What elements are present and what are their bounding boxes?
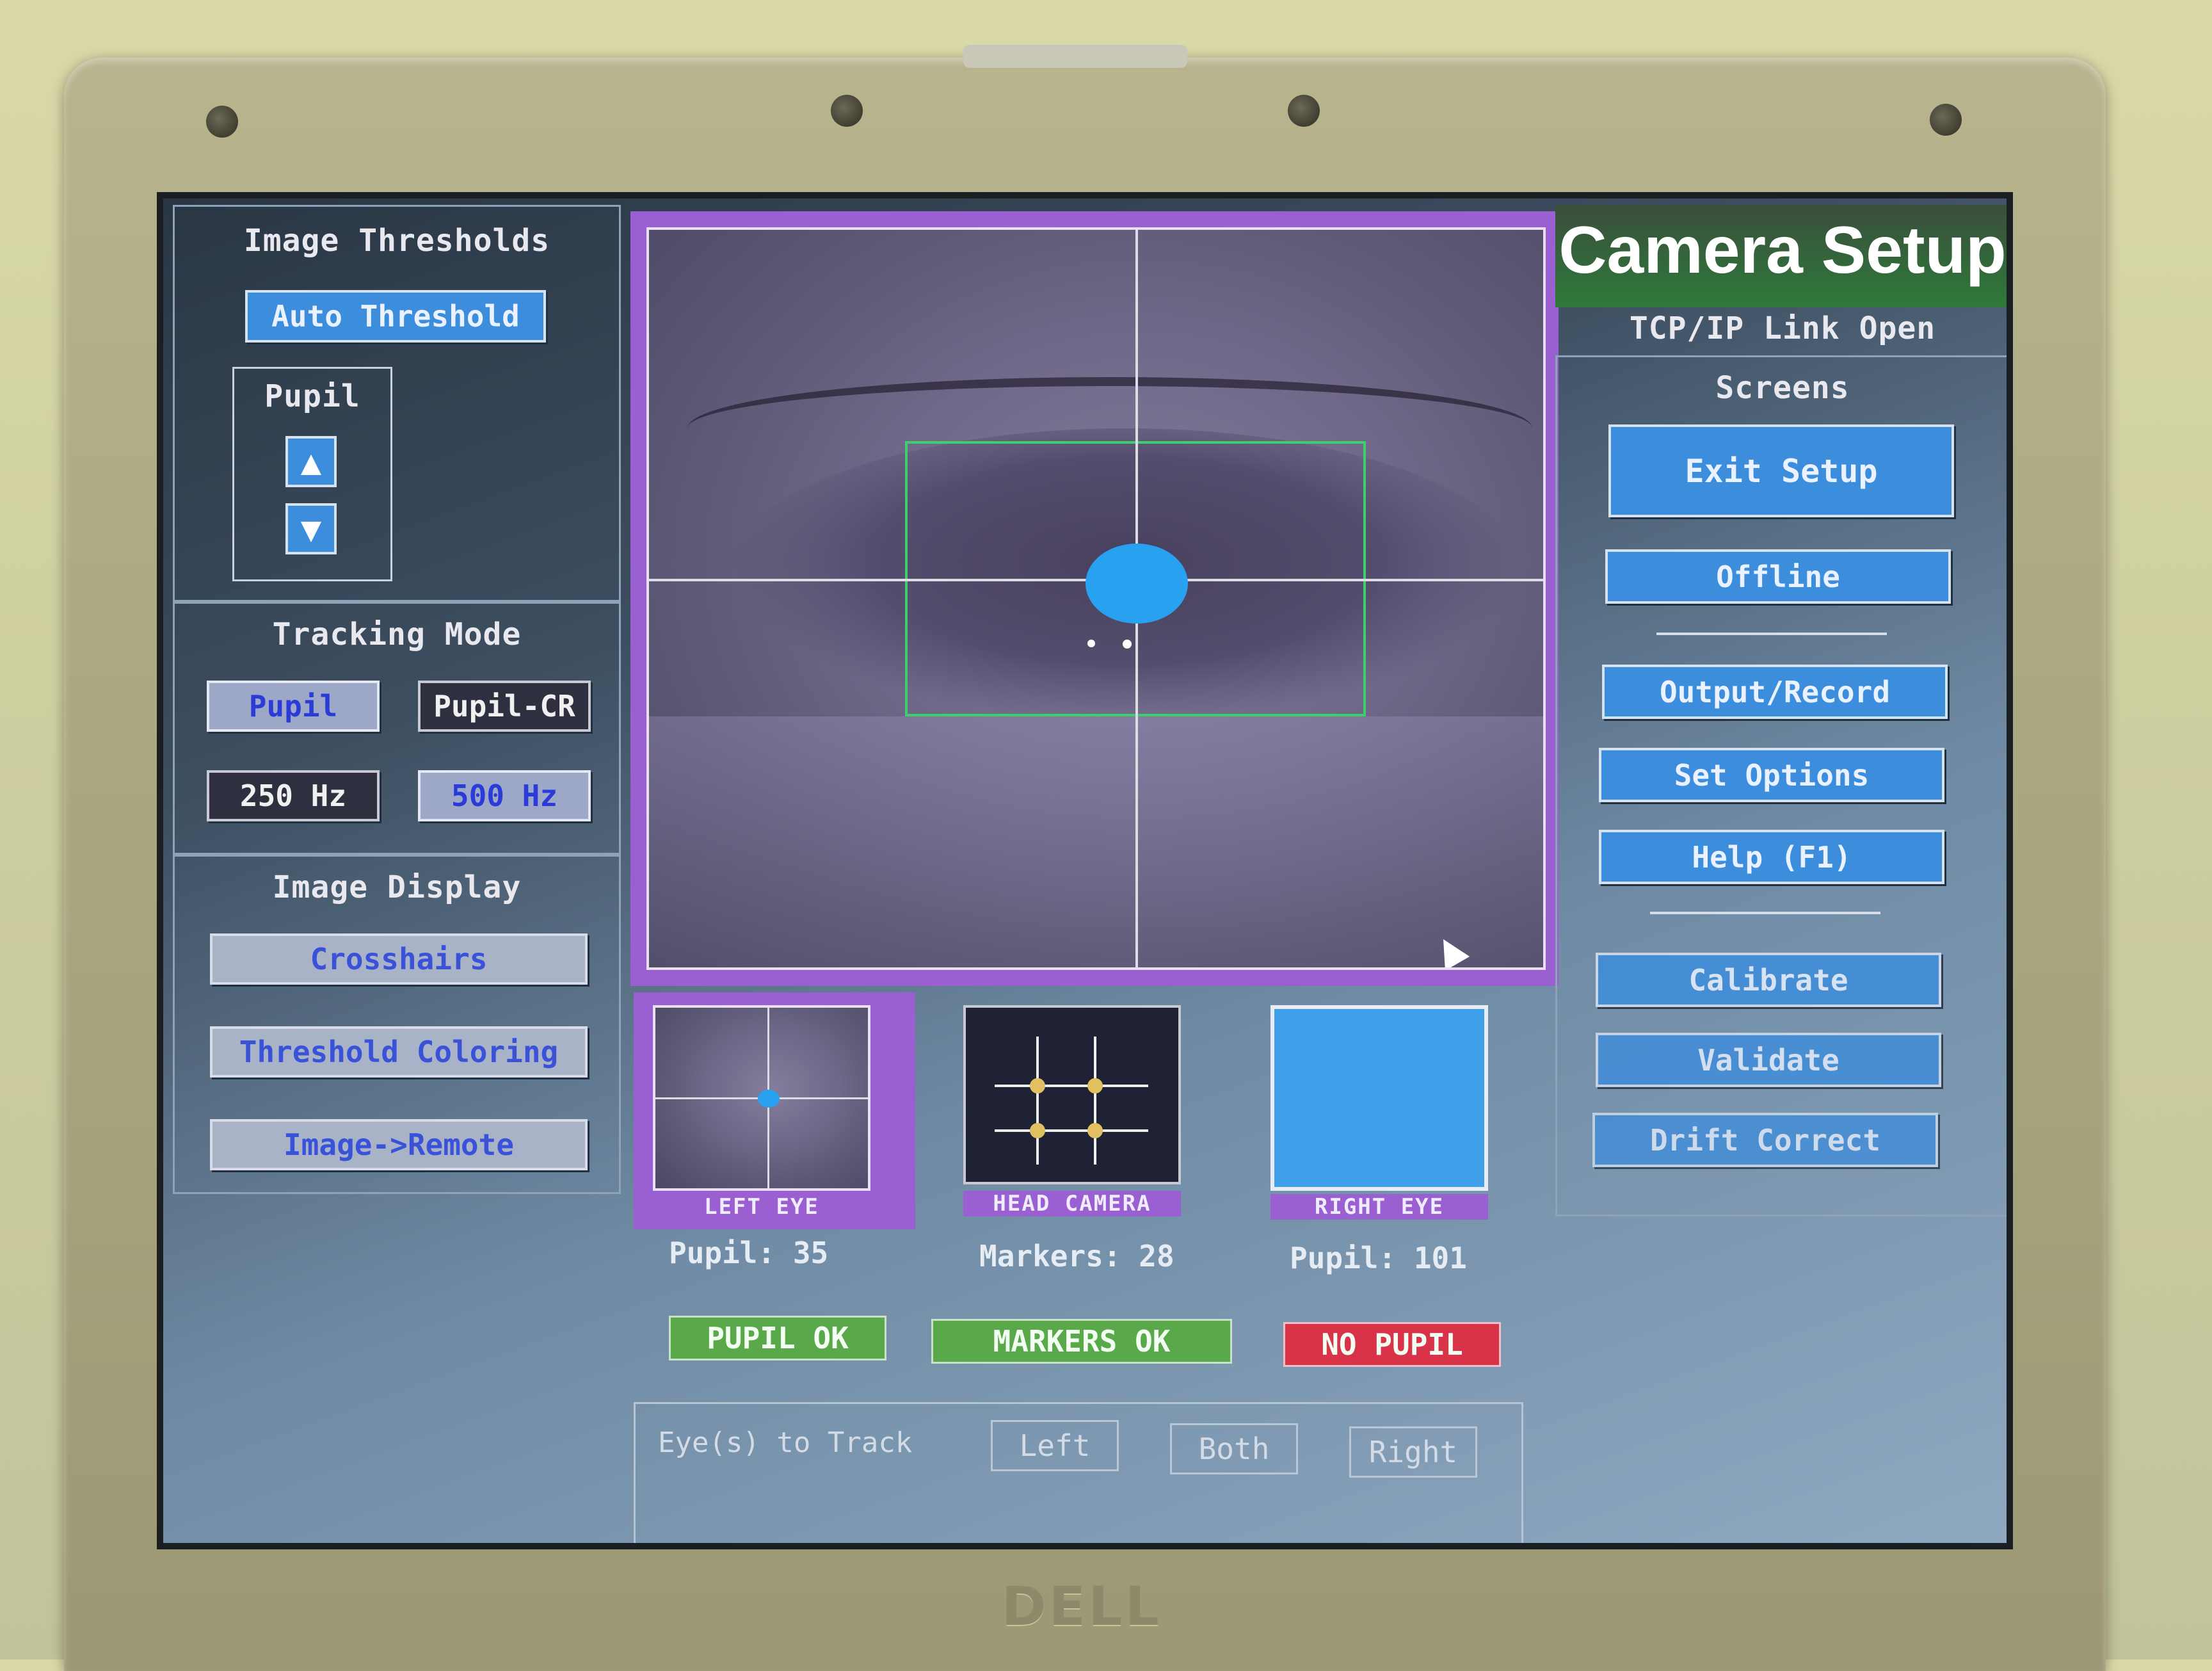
main-eye-image[interactable]	[646, 227, 1546, 970]
auto-threshold-button[interactable]: Auto Threshold	[245, 290, 546, 343]
thumb-pupil	[758, 1090, 780, 1108]
500hz-button[interactable]: 500 Hz	[418, 770, 591, 821]
exit-setup-button[interactable]: Exit Setup	[1608, 424, 1954, 517]
head-camera-thumbnail	[963, 1005, 1181, 1184]
markers-ok-status: MARKERS OK	[931, 1319, 1232, 1364]
image-thresholds-title: Image Thresholds	[243, 223, 550, 259]
pupil-ok-status: PUPIL OK	[669, 1316, 886, 1360]
pupil-threshold-label: Pupil	[264, 378, 360, 414]
offline-button[interactable]: Offline	[1605, 549, 1951, 604]
pupil-cr-mode-button[interactable]: Pupil-CR	[418, 681, 591, 732]
lower-lid	[649, 716, 1543, 967]
screens-title: Screens	[1715, 370, 1850, 406]
eyes-to-track-label: Eye(s) to Track	[658, 1426, 913, 1459]
camera-setup-header: Camera Setup	[1555, 205, 2007, 307]
pupil-marker	[1086, 544, 1188, 624]
marker-dot	[1087, 1123, 1103, 1138]
left-eye-thumbnail	[653, 1005, 870, 1191]
screw-icon	[1288, 95, 1320, 127]
tracking-mode-panel: Tracking Mode Pupil Pupil-CR 250 Hz 500 …	[173, 602, 621, 855]
head-camera-thumbnail-frame[interactable]: HEAD CAMERA	[963, 1005, 1187, 1223]
marker-dot	[1030, 1078, 1045, 1094]
screens-panel: Screens Exit Setup Offline Output/Record…	[1555, 355, 2007, 1216]
screw-icon	[831, 95, 863, 127]
corneal-reflection	[1087, 640, 1095, 647]
image-thresholds-panel: Image Thresholds Auto Threshold Pupil ▲ …	[173, 205, 621, 602]
track-left-button[interactable]: Left	[991, 1420, 1119, 1471]
eyes-to-track-panel: Eye(s) to Track Left Both Right	[634, 1402, 1523, 1543]
image-remote-button[interactable]: Image->Remote	[210, 1119, 588, 1170]
marker-dot	[1030, 1123, 1045, 1138]
set-options-button[interactable]: Set Options	[1599, 748, 1944, 802]
link-status: TCP/IP Link Open	[1629, 311, 1936, 346]
right-eye-thumbnail-frame[interactable]: RIGHT EYE	[1270, 1005, 1495, 1223]
camera-setup-title: Camera Setup	[1559, 213, 2007, 287]
left-pupil-readout: Pupil: 35	[669, 1236, 829, 1270]
tracking-mode-title: Tracking Mode	[272, 617, 522, 652]
track-right-button[interactable]: Right	[1349, 1426, 1477, 1478]
marker-grid-line	[995, 1129, 1148, 1132]
calibrate-button[interactable]: Calibrate	[1596, 953, 1941, 1007]
right-eye-label: RIGHT EYE	[1270, 1194, 1488, 1220]
laptop-brand-logo: DELL	[1001, 1575, 1162, 1638]
image-display-panel: Image Display Crosshairs Threshold Color…	[173, 855, 621, 1194]
250hz-button[interactable]: 250 Hz	[207, 770, 380, 821]
left-eye-label: LEFT EYE	[704, 1194, 819, 1220]
drift-correct-button[interactable]: Drift Correct	[1592, 1113, 1938, 1167]
head-camera-label: HEAD CAMERA	[963, 1191, 1181, 1216]
screw-icon	[206, 106, 238, 138]
left-eye-thumbnail-frame[interactable]: LEFT EYE	[634, 992, 915, 1229]
track-both-button[interactable]: Both	[1170, 1423, 1298, 1474]
corneal-reflection	[1123, 640, 1132, 649]
laptop-hinge	[963, 45, 1187, 68]
image-display-title: Image Display	[272, 869, 522, 905]
output-record-button[interactable]: Output/Record	[1602, 665, 1948, 719]
validate-button[interactable]: Validate	[1596, 1033, 1941, 1087]
separator	[1656, 633, 1887, 635]
threshold-coloring-button[interactable]: Threshold Coloring	[210, 1026, 588, 1078]
right-eye-thumbnail	[1270, 1005, 1488, 1191]
marker-grid-line	[1036, 1037, 1039, 1165]
pupil-mode-button[interactable]: Pupil	[207, 681, 380, 732]
screw-icon	[1930, 104, 1962, 136]
arrow-up-icon[interactable]: ▲	[285, 436, 337, 487]
arrow-down-icon[interactable]: ▼	[285, 503, 337, 554]
no-pupil-status: NO PUPIL	[1283, 1322, 1501, 1367]
crosshairs-button[interactable]: Crosshairs	[210, 933, 588, 985]
marker-grid-line	[995, 1085, 1148, 1087]
screen: Image Thresholds Auto Threshold Pupil ▲ …	[157, 192, 2013, 1549]
markers-readout: Markers: 28	[979, 1239, 1174, 1273]
separator	[1650, 912, 1880, 914]
right-pupil-readout: Pupil: 101	[1290, 1241, 1467, 1275]
marker-dot	[1087, 1078, 1103, 1094]
pupil-threshold-box: Pupil ▲ ▼	[232, 367, 392, 581]
marker-grid-line	[1094, 1037, 1096, 1165]
help-button[interactable]: Help (F1)	[1599, 830, 1944, 884]
